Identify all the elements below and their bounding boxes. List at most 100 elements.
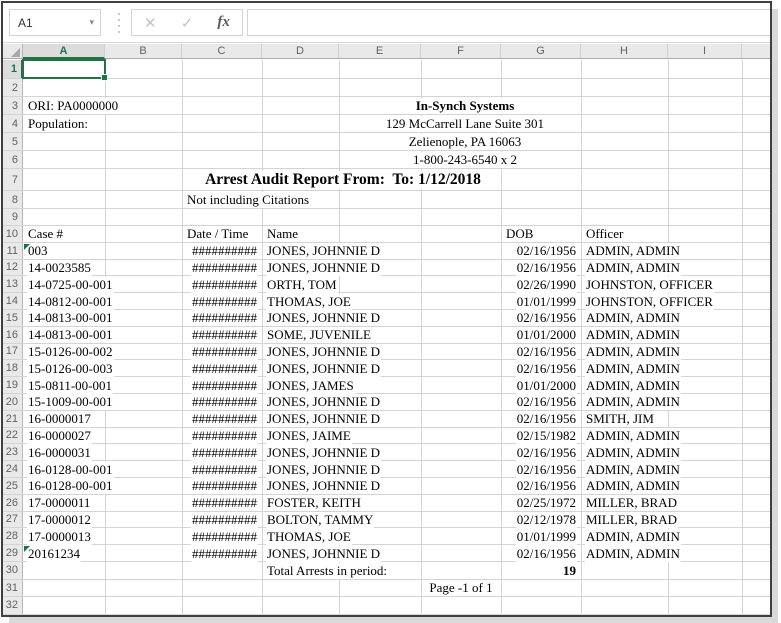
row-header-21[interactable]: 21 [3,411,23,427]
name-cell[interactable]: JONES, JAIME [266,428,352,445]
select-all-corner[interactable] [3,44,23,58]
dob-cell[interactable]: 01/01/1999 [501,528,577,545]
row-header-27[interactable]: 27 [3,512,23,528]
row-header-18[interactable]: 18 [3,360,23,376]
officer-cell[interactable]: SMITH, JIM [585,411,655,428]
officer-cell[interactable]: ADMIN, ADMIN [585,528,681,545]
officer-cell[interactable]: ADMIN, ADMIN [585,344,681,361]
officer-cell[interactable]: ADMIN, ADMIN [585,428,681,445]
officer-cell[interactable]: ADMIN, ADMIN [585,260,681,277]
name-cell[interactable]: JONES, JOHNNIE D [266,444,381,461]
name-cell[interactable]: JONES, JOHNNIE D [266,545,381,562]
date-cell[interactable]: ########## [182,293,258,310]
column-header-A[interactable]: A [23,44,105,59]
row-header-6[interactable]: 6 [3,151,23,168]
row-header-4[interactable]: 4 [3,115,23,132]
insert-function-icon[interactable]: fx [217,14,230,31]
name-box[interactable]: A1 ▾ [9,9,101,36]
case-cell[interactable]: 17-0000012 [27,512,92,529]
name-cell[interactable]: JONES, JOHNNIE D [266,243,381,260]
row-header-23[interactable]: 23 [3,444,23,460]
total-label[interactable]: Total Arrests in period: [266,562,388,580]
date-cell[interactable]: ########## [182,394,258,411]
row-header-1[interactable]: 1 [3,60,23,78]
ori-label[interactable]: ORI: PA0000000 [27,97,119,115]
dob-cell[interactable]: 02/16/1956 [501,411,577,428]
col-label-datetime[interactable]: Date / Time [186,226,249,243]
col-label-dob[interactable]: DOB [505,226,534,243]
report-title[interactable]: Arrest Audit Report From: To: 1/12/2018 [105,169,581,191]
officer-cell[interactable]: ADMIN, ADMIN [585,310,681,327]
date-cell[interactable]: ########## [182,478,258,495]
row-header-14[interactable]: 14 [3,293,23,309]
date-cell[interactable]: ########## [182,461,258,478]
dob-cell[interactable]: 02/12/1978 [501,512,577,529]
name-cell[interactable]: JONES, JOHNNIE D [266,478,381,495]
company-address1[interactable]: 129 McCarrell Lane Suite 301 [262,115,668,133]
date-cell[interactable]: ########## [182,243,258,260]
row-header-31[interactable]: 31 [3,580,23,597]
officer-cell[interactable]: MILLER, BRAD [585,512,678,529]
page-label[interactable]: Page -1 of 1 [421,580,501,598]
date-cell[interactable]: ########## [182,260,258,277]
row-header-3[interactable]: 3 [3,97,23,114]
row-header-9[interactable]: 9 [3,209,23,225]
date-cell[interactable]: ########## [182,327,258,344]
name-box-dropdown-icon[interactable]: ▾ [89,17,100,28]
row-header-30[interactable]: 30 [3,562,23,579]
row-header-5[interactable]: 5 [3,133,23,150]
fill-handle[interactable] [102,75,107,80]
dob-cell[interactable]: 02/16/1956 [501,344,577,361]
row-header-28[interactable]: 28 [3,528,23,544]
date-cell[interactable]: ########## [182,310,258,327]
row-header-17[interactable]: 17 [3,344,23,360]
row-header-25[interactable]: 25 [3,478,23,494]
name-cell[interactable]: THOMAS, JOE [266,293,352,310]
name-cell[interactable]: FOSTER, KEITH [266,495,362,512]
case-cell[interactable]: 15-0126-00-003 [27,360,114,377]
row-header-7[interactable]: 7 [3,169,23,190]
date-cell[interactable]: ########## [182,528,258,545]
column-header-H[interactable]: H [581,44,668,58]
dob-cell[interactable]: 02/16/1956 [501,461,577,478]
column-header-B[interactable]: B [105,44,182,58]
row-header-2[interactable]: 2 [3,79,23,96]
dob-cell[interactable]: 01/01/1999 [501,293,577,310]
name-cell[interactable]: THOMAS, JOE [266,528,352,545]
officer-cell[interactable]: ADMIN, ADMIN [585,461,681,478]
case-cell[interactable]: 16-0000017 [27,411,92,428]
case-cell[interactable]: 17-0000013 [27,528,92,545]
dob-cell[interactable]: 02/16/1956 [501,243,577,260]
officer-cell[interactable]: ADMIN, ADMIN [585,327,681,344]
officer-cell[interactable]: ADMIN, ADMIN [585,444,681,461]
name-cell[interactable]: ORTH, TOM [266,276,338,293]
dob-cell[interactable]: 02/16/1956 [501,478,577,495]
column-header-F[interactable]: F [421,44,501,58]
date-cell[interactable]: ########## [182,444,258,461]
row-header-10[interactable]: 10 [3,226,23,242]
case-cell[interactable]: 15-0126-00-002 [27,344,114,361]
date-cell[interactable]: ########## [182,276,258,293]
dob-cell[interactable]: 02/26/1990 [501,276,577,293]
report-subtitle[interactable]: Not including Citations [186,191,310,209]
col-label-name[interactable]: Name [266,226,299,243]
date-cell[interactable]: ########## [182,411,258,428]
name-cell[interactable]: JONES, JOHNNIE D [266,344,381,361]
date-cell[interactable]: ########## [182,428,258,445]
name-cell[interactable]: JONES, JOHNNIE D [266,260,381,277]
case-cell[interactable]: 14-0812-00-001 [27,293,114,310]
column-header-G[interactable]: G [501,44,581,58]
case-cell[interactable]: 15-1009-00-001 [27,394,114,411]
company-address2[interactable]: Zelienople, PA 16063 [262,133,668,151]
name-cell[interactable]: BOLTON, TAMMY [266,512,374,529]
name-cell[interactable]: JONES, JOHNNIE D [266,461,381,478]
company-phone[interactable]: 1-800-243-6540 x 2 [262,151,668,169]
dob-cell[interactable]: 01/01/2000 [501,327,577,344]
case-cell[interactable]: 20161234 [27,545,81,562]
name-cell[interactable]: JONES, JOHNNIE D [266,360,381,377]
population-label[interactable]: Population: [27,115,89,133]
date-cell[interactable]: ########## [182,495,258,512]
dob-cell[interactable]: 01/01/2000 [501,377,577,394]
row-header-16[interactable]: 16 [3,327,23,343]
dob-cell[interactable]: 02/16/1956 [501,444,577,461]
